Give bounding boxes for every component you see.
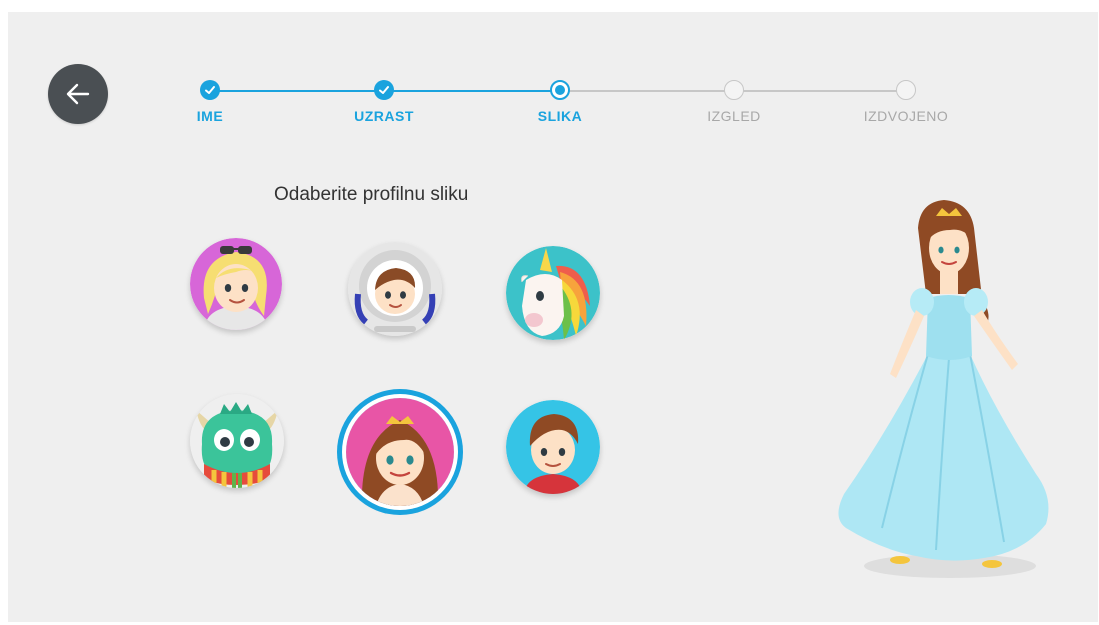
avatar-option-princess[interactable] bbox=[346, 398, 454, 506]
profile-setup-screen: IME UZRAST SLIKA IZGLED IZDVOJENO Odaber… bbox=[8, 12, 1098, 622]
progress-stepper: IME UZRAST SLIKA IZGLED IZDVOJENO bbox=[168, 80, 968, 140]
step-uzrast: UZRAST bbox=[324, 80, 444, 124]
green-monster-icon bbox=[190, 394, 284, 488]
avatar-option-brown-hair-boy[interactable] bbox=[506, 400, 600, 494]
blonde-girl-icon bbox=[190, 238, 282, 330]
avatar-option-astronaut-boy[interactable] bbox=[348, 242, 442, 336]
step-slika: SLIKA bbox=[500, 80, 620, 124]
astronaut-boy-icon bbox=[348, 242, 442, 336]
step-empty-dot-icon bbox=[724, 80, 744, 100]
arrow-left-icon bbox=[66, 83, 90, 105]
avatar-option-blonde-girl[interactable] bbox=[190, 238, 282, 330]
step-check-icon bbox=[200, 80, 220, 100]
avatar-option-rainbow-unicorn[interactable] bbox=[506, 246, 600, 340]
step-label-izgled: IZGLED bbox=[707, 108, 761, 124]
princess-full-body-icon bbox=[838, 200, 1049, 578]
step-izdvojeno: IZDVOJENO bbox=[846, 80, 966, 124]
step-ime: IME bbox=[150, 80, 270, 124]
step-label-uzrast: UZRAST bbox=[354, 108, 414, 124]
step-label-ime: IME bbox=[196, 108, 224, 124]
princess-icon bbox=[346, 398, 454, 506]
step-label-slika: SLIKA bbox=[537, 108, 583, 124]
avatar-option-green-monster[interactable] bbox=[190, 394, 284, 488]
step-current-dot-icon bbox=[550, 80, 570, 100]
character-preview bbox=[824, 198, 1086, 598]
rainbow-unicorn-icon bbox=[506, 246, 600, 340]
step-check-icon bbox=[374, 80, 394, 100]
step-label-izdvojeno: IZDVOJENO bbox=[863, 108, 949, 124]
step-izgled: IZGLED bbox=[674, 80, 794, 124]
avatar-prompt: Odaberite profilnu sliku bbox=[274, 184, 469, 205]
step-empty-dot-icon bbox=[896, 80, 916, 100]
brown-hair-boy-icon bbox=[506, 400, 600, 494]
back-button[interactable] bbox=[48, 64, 108, 124]
